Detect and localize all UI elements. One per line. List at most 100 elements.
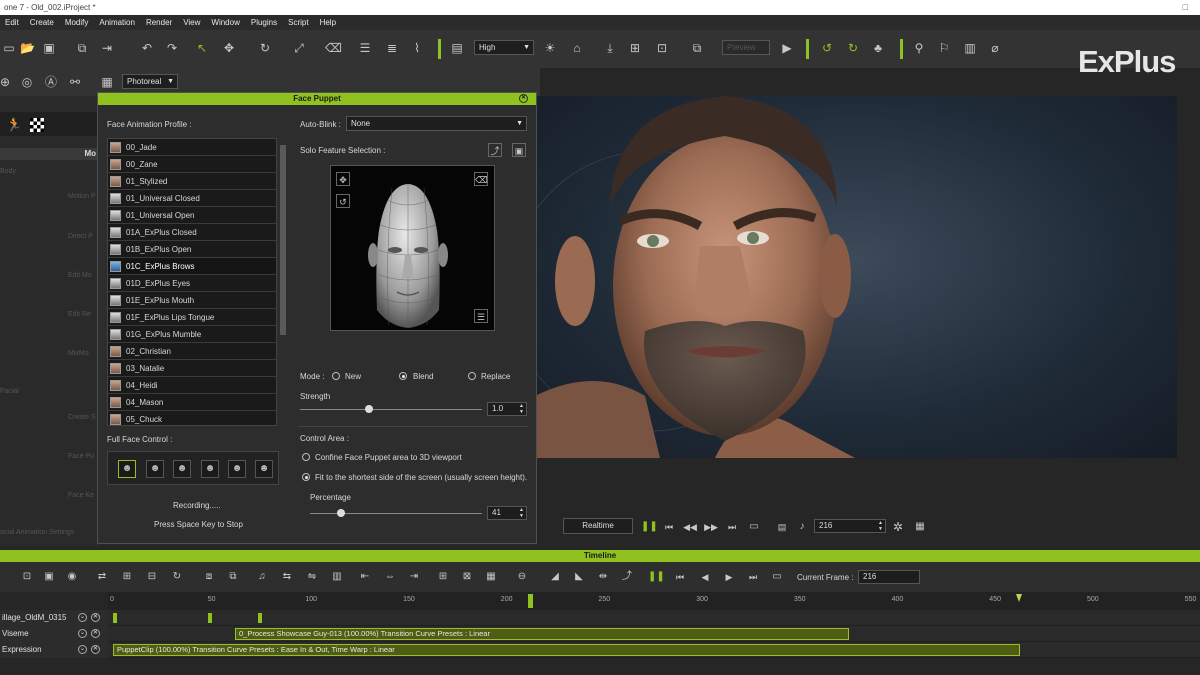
gizmo-icon[interactable]: ⊕ (0, 75, 12, 89)
profile-item[interactable]: 00_Jade (108, 139, 276, 156)
profile-item[interactable]: 01B_ExPlus Open (108, 241, 276, 258)
spinner-arrows-icon[interactable]: ▲ ▼ (519, 403, 524, 415)
eraser-icon[interactable]: ⌫ (325, 41, 342, 55)
keyboard-icon[interactable]: ▦ (913, 520, 927, 534)
rewind-icon[interactable]: ◀◀ (683, 520, 697, 534)
profile-list[interactable]: 00_Jade 00_Zane 01_Stylized 01_Universal Cl… (107, 138, 277, 426)
collapse-icon[interactable]: ⌄ (78, 645, 87, 654)
face-preset-3-icon[interactable]: ☻ (173, 460, 191, 478)
move-mode-icon[interactable]: ✥ (336, 172, 350, 186)
add-track-icon[interactable]: ⊞ (436, 570, 450, 584)
expand-icon[interactable]: ⇔ (383, 570, 397, 584)
merge-icon[interactable]: ⧉ (226, 570, 240, 584)
percentage-slider[interactable] (310, 509, 482, 517)
menu-view[interactable]: View (178, 18, 206, 27)
save-icon[interactable]: ▣ (512, 143, 526, 157)
loop-clip-icon[interactable]: ↻ (170, 570, 184, 584)
flag-icon[interactable]: ⚐ (937, 41, 951, 55)
loop-icon[interactable]: ▭ (747, 520, 761, 534)
loop-icon[interactable]: ▭ (770, 570, 784, 584)
profile-item[interactable]: 01_Universal Open (108, 207, 276, 224)
move-icon[interactable]: ✥ (222, 41, 236, 55)
list-icon[interactable]: ☰ (474, 309, 488, 323)
render-settings-icon[interactable]: ▦ (100, 75, 114, 89)
face-preset-5-icon[interactable]: ☻ (228, 460, 246, 478)
rotate-icon[interactable]: ↻ (258, 41, 272, 55)
download-icon[interactable]: ⤓ (603, 41, 617, 55)
export-clip-icon[interactable]: ⤴ (620, 570, 634, 584)
profile-item[interactable]: 04_Mason (108, 394, 276, 411)
fit-timeline-icon[interactable]: ⇹ (596, 570, 610, 584)
menu-modify[interactable]: Modify (60, 18, 95, 27)
eraser-icon[interactable]: ⌫ (474, 172, 488, 186)
new-file-icon[interactable]: ▭ (2, 41, 16, 55)
grid-icon[interactable]: ⊞ (628, 41, 642, 55)
track-viseme[interactable]: Viseme ⌄ ✕ 0_Process Showcase Guy-013 (1… (0, 626, 1200, 642)
music-icon[interactable]: ♪ (795, 520, 809, 534)
facial-settings-item[interactable]: acial Animation Settings (0, 529, 100, 536)
clipboard-icon[interactable]: ▥ (963, 41, 977, 55)
blend-icon[interactable]: ⇋ (305, 570, 319, 584)
scale-icon[interactable]: ⤢ (292, 41, 306, 55)
mode-blend-radio[interactable] (399, 372, 407, 380)
profile-item[interactable]: 01F_ExPlus Lips Tongue (108, 309, 276, 326)
fit-shortest-side-radio[interactable] (302, 473, 310, 481)
add-key-icon[interactable]: ⇄ (95, 570, 109, 584)
dialog-title-bar[interactable]: Face Puppet ✕ (98, 93, 536, 105)
group-icon[interactable]: ▦ (484, 570, 498, 584)
profile-item[interactable]: 01A_ExPlus Closed (108, 224, 276, 241)
home-camera-icon[interactable]: ⌂ (570, 41, 584, 55)
delete-track-icon[interactable]: ⊠ (460, 570, 474, 584)
person-settings-icon[interactable]: ⚲ (912, 41, 926, 55)
close-icon[interactable]: ✕ (91, 629, 100, 638)
collect-icon[interactable]: ▥ (330, 570, 344, 584)
3d-viewport[interactable] (509, 96, 1177, 458)
next-frame-icon[interactable]: ▶ (722, 570, 736, 584)
keyframe[interactable] (113, 613, 117, 623)
runner-icon[interactable]: 🏃 (6, 117, 22, 133)
mode-replace-radio[interactable] (468, 372, 476, 380)
preview-dropdown[interactable]: Preview (722, 40, 770, 55)
auto-blink-dropdown[interactable]: None ▼ (346, 116, 527, 131)
percentage-slider-knob[interactable] (336, 509, 345, 517)
keyframe[interactable] (208, 613, 212, 623)
link-icon[interactable]: ⌇ (410, 41, 424, 55)
first-frame-icon[interactable]: ⏮ (673, 570, 687, 584)
redo-icon[interactable]: ↷ (165, 41, 179, 55)
profile-item[interactable]: 01_Universal Closed (108, 190, 276, 207)
profile-scrollbar[interactable] (280, 145, 286, 335)
current-frame-input[interactable]: 216 (858, 570, 920, 584)
prev-frame-icon[interactable]: ◀ (698, 570, 712, 584)
bone-icon[interactable]: ⚯ (68, 75, 82, 89)
close-icon[interactable]: ✕ (519, 94, 528, 103)
profile-item[interactable]: 05_Chuck (108, 411, 276, 425)
save-icon[interactable]: ▣ (42, 41, 56, 55)
strength-input[interactable]: 1.0 ▲ ▼ (487, 402, 527, 416)
audio-icon[interactable]: ♫ (255, 570, 269, 584)
subtitle-icon[interactable]: ▤ (775, 520, 789, 534)
keyframe[interactable] (258, 613, 262, 623)
menu-script[interactable]: Script (283, 18, 314, 27)
checker-icon[interactable] (30, 118, 44, 132)
shrink-icon[interactable]: ⇥ (407, 570, 421, 584)
measure-icon[interactable]: ⌀ (988, 41, 1002, 55)
menu-edit[interactable]: Edit (0, 18, 25, 27)
face-preset-1-icon[interactable]: ☻ (118, 460, 136, 478)
quality-dropdown[interactable]: High ▼ (474, 40, 534, 55)
motion-curve-icon[interactable]: ↺ (820, 41, 834, 55)
profile-item[interactable]: 01E_ExPlus Mouth (108, 292, 276, 309)
eye-icon[interactable]: ◉ (65, 570, 79, 584)
viewport-layout-icon[interactable]: ▤ (450, 41, 464, 55)
load-icon[interactable]: ⤴ (488, 143, 502, 157)
undo-icon[interactable]: ↶ (140, 41, 154, 55)
target-icon[interactable]: ◎ (20, 75, 34, 89)
last-frame-icon[interactable]: ⏭ (725, 520, 739, 534)
menu-animation[interactable]: Animation (94, 18, 141, 27)
percentage-input[interactable]: 41 ▲ ▼ (487, 506, 527, 520)
ease-out-icon[interactable]: ◣ (572, 570, 586, 584)
collapse-icon[interactable]: ⌄ (78, 613, 87, 622)
reset-icon[interactable]: ↺ (336, 194, 350, 208)
export-icon[interactable]: ⇥ (100, 41, 114, 55)
profile-item[interactable]: 04_Heidi (108, 377, 276, 394)
viseme-clip[interactable]: 0_Process Showcase Guy-013 (100.00%) Tra… (235, 628, 849, 640)
